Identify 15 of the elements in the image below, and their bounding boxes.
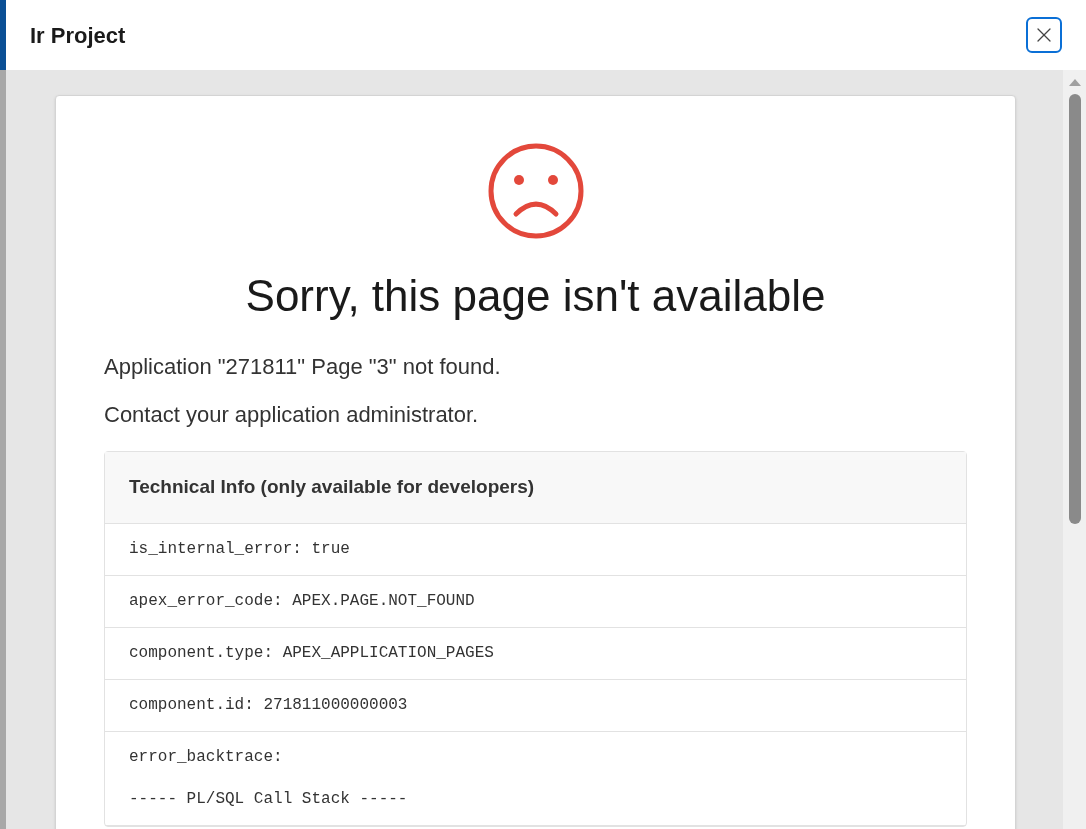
- error-heading: Sorry, this page isn't available: [244, 270, 827, 322]
- error-message: Application "271811" Page "3" not found.: [104, 353, 502, 381]
- info-row-text: error_backtrace: ----- PL/SQL Call Stack -----: [129, 747, 409, 810]
- scrollbar-thumb[interactable]: [1068, 94, 1081, 524]
- info-row-text: component.id: 271811000000003: [129, 695, 409, 716]
- info-row-text: apex_error_code: APEX.PAGE.NOT_FOUND: [129, 591, 476, 612]
- scrollbar[interactable]: [1063, 70, 1086, 829]
- close-button[interactable]: [1026, 17, 1062, 53]
- scroll-up-icon[interactable]: [1068, 78, 1081, 86]
- info-row-text: component.type: APEX_APPLICATION_PAGES: [129, 643, 495, 664]
- info-row-text: is_internal_error: true: [129, 539, 351, 560]
- dialog-title: Ir Project: [30, 21, 126, 50]
- panel-title: Technical Info (only available for developers): [129, 475, 535, 500]
- error-message: Contact your application administrator.: [104, 401, 480, 429]
- sad-face-icon: [486, 142, 585, 240]
